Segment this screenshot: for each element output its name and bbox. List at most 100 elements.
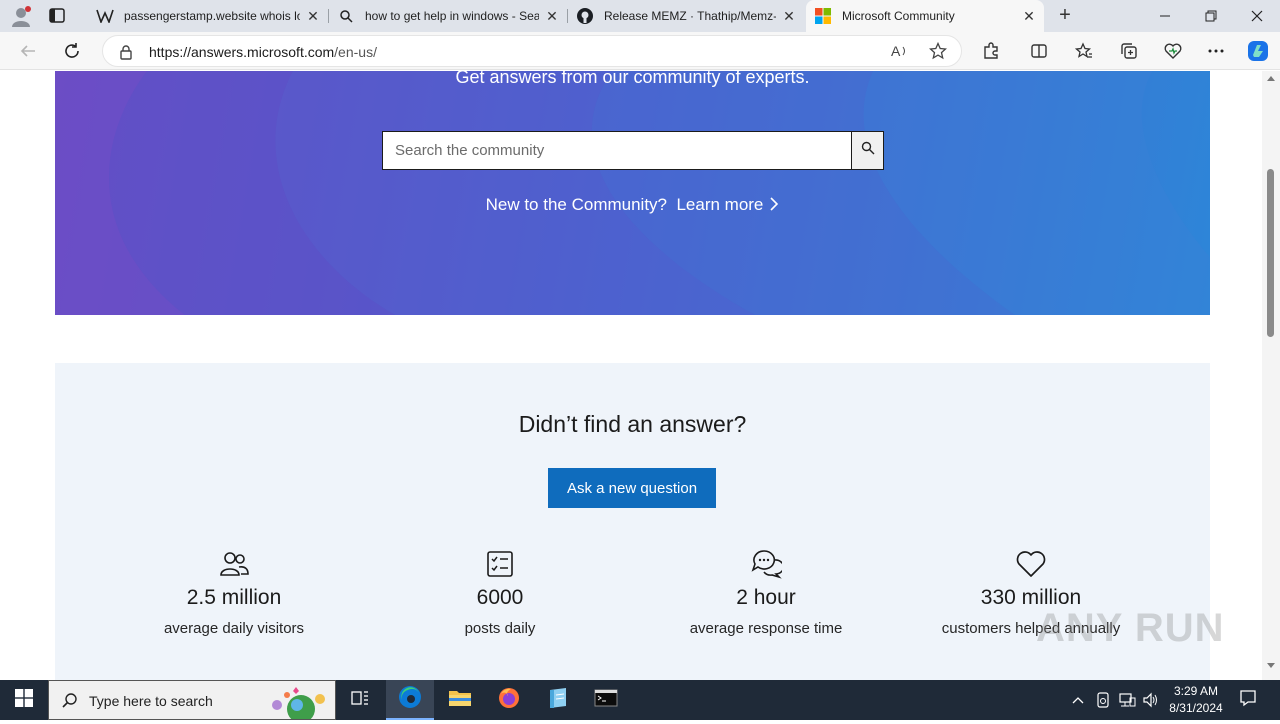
copilot-icon[interactable] — [1246, 39, 1270, 63]
notification-icon — [1239, 689, 1257, 712]
stat-label: average daily visitors — [163, 620, 305, 637]
tray-device-icon[interactable] — [1093, 680, 1113, 720]
scrollbar-thumb[interactable] — [1267, 169, 1274, 337]
stat-value: 2.5 million — [186, 586, 282, 609]
start-button[interactable] — [0, 680, 48, 720]
checklist-icon — [484, 548, 516, 580]
github-icon — [576, 7, 594, 25]
wikipedia-w-icon — [96, 7, 114, 25]
hero-banner: Get answers from our community of expert… — [55, 71, 1210, 315]
taskbar-edge-app[interactable] — [386, 680, 434, 720]
scroll-up-arrow-icon[interactable] — [1267, 76, 1275, 81]
taskbar-command-prompt[interactable] — [582, 680, 630, 720]
taskbar-clock[interactable]: 3:29 AM 8/31/2024 — [1160, 683, 1232, 717]
show-hidden-icons-button[interactable] — [1068, 680, 1088, 720]
anyrun-watermark: ANY RUN — [1036, 606, 1225, 650]
close-tab-icon[interactable]: ✕ — [1022, 8, 1036, 25]
search-icon — [61, 692, 79, 710]
scroll-down-arrow-icon[interactable] — [1267, 663, 1275, 668]
task-view-button[interactable] — [336, 680, 384, 720]
browser-tab-bar: passengerstamp.website whois lo ✕ how to… — [0, 0, 1280, 32]
browser-essentials-icon[interactable] — [1162, 40, 1184, 62]
windows-taskbar: Type here to search 3:29 AM 8/31/2024 — [0, 680, 1280, 723]
search-highlight-illustration-icon — [263, 683, 333, 723]
task-view-icon — [350, 689, 370, 712]
tab-microsoft-community[interactable]: Microsoft Community ✕ — [806, 0, 1044, 32]
windows-logo-icon — [15, 688, 33, 712]
search-icon — [861, 141, 875, 160]
heart-icon — [1015, 548, 1047, 580]
stat-posts-daily: 6000 posts daily — [380, 548, 620, 637]
clock-time: 3:29 AM — [1173, 684, 1219, 698]
favorites-icon[interactable] — [1073, 40, 1095, 62]
tab-whois[interactable]: passengerstamp.website whois lo ✕ — [88, 0, 328, 32]
minimize-button[interactable] — [1142, 0, 1188, 32]
url-text: https://answers.microsoft.com/en-us/ — [149, 44, 377, 60]
close-window-button[interactable] — [1234, 0, 1280, 32]
hero-wave-decoration — [55, 71, 1210, 315]
stat-value: 2 hour — [736, 586, 796, 609]
lock-icon[interactable] — [119, 44, 133, 60]
search-submit-button[interactable] — [851, 132, 883, 169]
stat-label: average response time — [689, 620, 843, 637]
folder-icon — [448, 688, 472, 713]
network-icon[interactable] — [1116, 680, 1138, 720]
learn-more-link[interactable]: Learn more — [676, 195, 779, 214]
chat-bubbles-icon — [750, 548, 785, 580]
people-icon — [218, 548, 250, 580]
extensions-icon[interactable] — [980, 40, 1002, 62]
close-tab-icon[interactable]: ✕ — [306, 8, 320, 25]
notepad-icon — [546, 687, 570, 714]
stat-value: 6000 — [476, 586, 524, 609]
firefox-icon — [497, 686, 521, 715]
tab-label: passengerstamp.website whois lo — [124, 9, 300, 23]
split-screen-icon[interactable] — [1028, 40, 1050, 62]
ask-new-question-button[interactable]: Ask a new question — [548, 468, 716, 508]
collections-icon[interactable] — [1118, 40, 1140, 62]
chevron-right-icon — [769, 196, 779, 211]
terminal-icon — [594, 688, 618, 713]
chevron-up-icon — [1072, 691, 1084, 709]
stat-label: posts daily — [464, 620, 536, 637]
favorite-star-icon[interactable] — [927, 40, 949, 62]
panel-heading: Didn’t find an answer? — [518, 411, 747, 437]
refresh-button[interactable] — [61, 40, 83, 62]
restore-button[interactable] — [1188, 0, 1234, 32]
close-tab-icon[interactable]: ✕ — [782, 8, 796, 25]
svg-text:A: A — [891, 43, 901, 59]
profile-avatar-icon[interactable] — [10, 5, 32, 27]
close-tab-icon[interactable]: ✕ — [545, 8, 559, 25]
tab-label: how to get help in windows - Sea — [365, 9, 539, 23]
tab-github-release[interactable]: Release MEMZ · Thathip/Memz-D ✕ — [568, 0, 804, 32]
taskbar-notepad-app[interactable] — [534, 680, 582, 720]
tab-actions-icon[interactable] — [48, 7, 68, 25]
community-search-box — [382, 131, 884, 170]
clock-date: 8/31/2024 — [1169, 701, 1223, 715]
taskbar-file-explorer[interactable] — [436, 680, 484, 720]
taskbar-search-placeholder: Type here to search — [89, 693, 213, 709]
taskbar-search-box[interactable]: Type here to search — [48, 680, 336, 723]
back-button[interactable] — [17, 40, 39, 62]
tab-label: Microsoft Community — [842, 9, 955, 23]
address-bar[interactable]: https://answers.microsoft.com/en-us/ A — [102, 35, 962, 67]
read-aloud-icon[interactable]: A — [889, 40, 911, 62]
page-content: Get answers from our community of expert… — [0, 71, 1262, 680]
edge-browser-icon — [397, 684, 423, 715]
notifications-button[interactable] — [1236, 680, 1260, 720]
stat-response-time: 2 hour average response time — [646, 548, 886, 637]
volume-icon[interactable] — [1141, 680, 1161, 720]
hero-tagline: Get answers from our community of expert… — [455, 71, 810, 87]
address-toolbar: https://answers.microsoft.com/en-us/ A — [0, 32, 1280, 70]
stat-daily-visitors: 2.5 million average daily visitors — [114, 548, 354, 637]
tab-label: Release MEMZ · Thathip/Memz-D — [604, 9, 776, 23]
more-options-icon[interactable] — [1205, 40, 1227, 62]
search-icon — [337, 7, 355, 25]
tab-search[interactable]: how to get help in windows - Sea ✕ — [329, 0, 567, 32]
new-tab-button[interactable]: + — [1053, 4, 1077, 28]
community-search-input[interactable] — [383, 132, 851, 169]
new-to-community-text: New to the Community? — [485, 195, 667, 214]
microsoft-logo-icon — [814, 7, 832, 25]
new-to-community-line: New to the Community? Learn more — [55, 195, 1210, 215]
taskbar-firefox[interactable] — [485, 680, 533, 720]
page-scrollbar[interactable] — [1262, 71, 1280, 680]
